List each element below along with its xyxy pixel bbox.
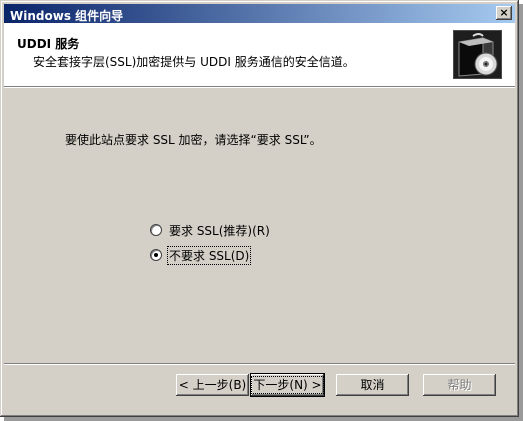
radio-label-no-ssl[interactable]: 不要求 SSL(D) — [166, 245, 252, 265]
window-shadow-right — [519, 4, 523, 421]
software-box-cd-icon — [453, 30, 502, 79]
back-button[interactable]: < 上一步(B) — [176, 374, 249, 396]
cancel-button-label: 取消 — [360, 378, 385, 392]
window-shadow-bottom — [4, 417, 523, 421]
header-divider-highlight — [4, 87, 515, 88]
next-button[interactable]: 下一步(N) > — [251, 374, 324, 396]
back-button-label: < 上一步(B) — [178, 378, 247, 392]
instruction-text: 要使此站点要求 SSL 加密，请选择“要求 SSL”。 — [65, 133, 322, 147]
button-divider-highlight — [4, 364, 515, 365]
radio-button[interactable] — [150, 224, 162, 236]
title-bar[interactable]: Windows 组件向导 × — [4, 4, 515, 23]
close-icon: × — [499, 6, 509, 19]
radio-button-selected[interactable] — [150, 249, 162, 261]
wizard-window: Windows 组件向导 × UDDI 服务 安全套接字层(SSL)加密提供与 … — [0, 0, 519, 417]
page-subtitle: 安全套接字层(SSL)加密提供与 UDDI 服务通信的安全信道。 — [33, 55, 355, 69]
radio-label-require-ssl[interactable]: 要求 SSL(推荐)(R) — [168, 222, 271, 239]
close-button[interactable]: × — [496, 6, 512, 20]
wizard-header: UDDI 服务 安全套接字层(SSL)加密提供与 UDDI 服务通信的安全信道。 — [4, 23, 515, 86]
help-button-label: 帮助 — [447, 378, 472, 392]
radio-require-ssl[interactable]: 要求 SSL(推荐)(R) — [150, 222, 271, 238]
cancel-button[interactable]: 取消 — [336, 374, 409, 396]
radio-no-ssl[interactable]: 不要求 SSL(D) — [150, 245, 252, 265]
help-button[interactable]: 帮助 — [423, 374, 496, 396]
window-title: Windows 组件向导 — [10, 9, 124, 23]
next-button-label: 下一步(N) > — [251, 376, 324, 394]
page-title: UDDI 服务 — [17, 37, 80, 51]
